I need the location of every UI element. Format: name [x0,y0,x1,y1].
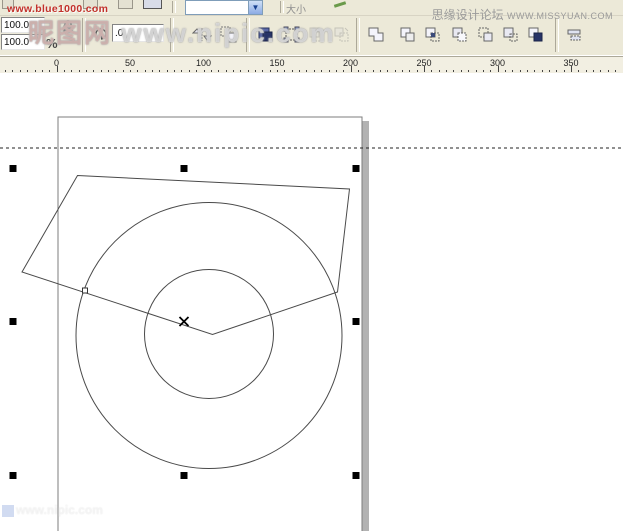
selection-handle[interactable] [10,318,17,325]
watermark-missyuan-cn: 思缘设计论坛 [432,8,504,22]
nipic-logo-icon [2,505,14,517]
selection-handle[interactable] [10,472,17,479]
selection-handle[interactable] [181,165,188,172]
curve-node[interactable] [83,288,88,293]
drawing-layer [0,0,623,531]
selection-handle[interactable] [353,318,360,325]
watermark-bottom-url: www.nipic.com [16,503,103,517]
watermark-nipic-cn: 昵图网 [28,18,112,48]
app-window: www.blue1000.com 昵图网 www.nipic.com 思缘设计论… [0,0,623,531]
selection-handle[interactable] [353,472,360,479]
selection-handle[interactable] [10,165,17,172]
selection-handle[interactable] [353,165,360,172]
watermark-nipic-bottom: www.nipic.com [2,503,103,517]
watermark-nipic-url: www.nipic.com [121,18,335,48]
watermark-nipic: 昵图网 www.nipic.com [28,13,336,50]
watermark-missyuan: 思缘设计论坛 WWW.MISSYUAN.COM [432,6,613,23]
page-shadow [362,121,369,531]
selection-handle[interactable] [181,472,188,479]
watermark-missyuan-url: WWW.MISSYUAN.COM [507,11,613,21]
